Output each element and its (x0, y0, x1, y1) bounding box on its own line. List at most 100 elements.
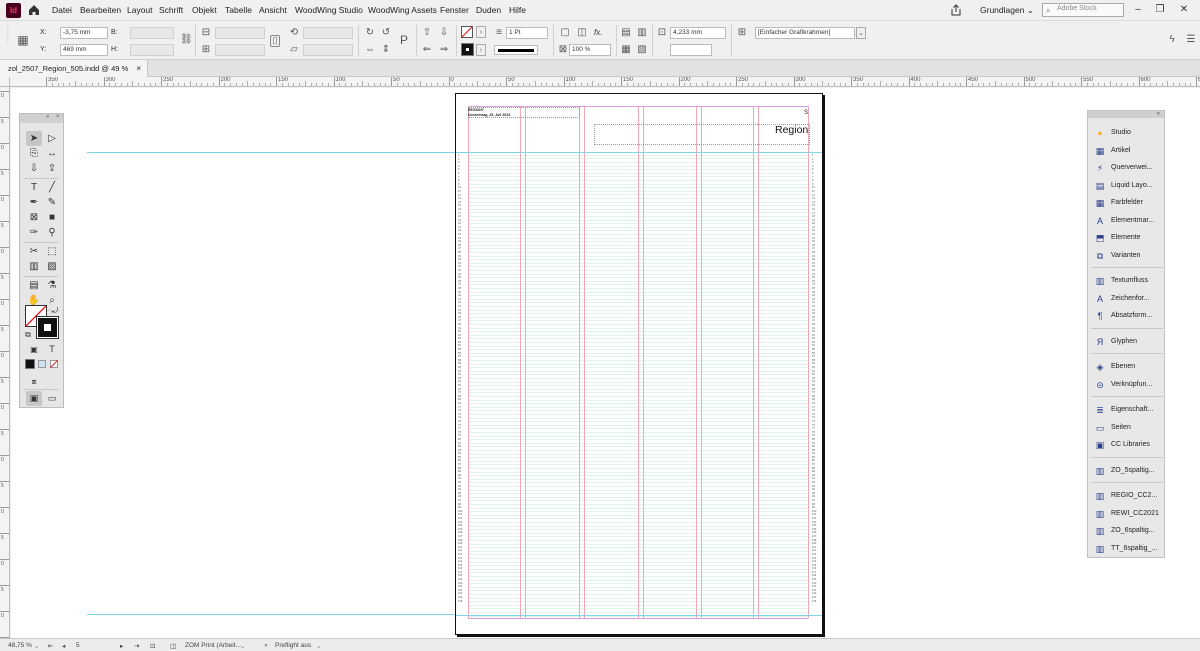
fill-none-swatch-icon[interactable] (461, 26, 473, 38)
panel-item-textumfluss[interactable]: ▥ Textumfluss (1094, 274, 1162, 289)
document-page[interactable]: REGION7 Donnerstag, 25. Juli 2024 S Regi… (455, 93, 823, 635)
panel-item-artikel[interactable]: ▦ Artikel (1094, 144, 1162, 159)
panel-item-rewi-cc2021[interactable]: ▥ REWI_CC2021 (1094, 507, 1162, 522)
preflight-label[interactable]: Preflight aus (275, 642, 311, 649)
ruler-guide[interactable] (87, 152, 457, 153)
menu-hilfe[interactable]: Hilfe (509, 5, 526, 15)
panel-item-studio[interactable]: ● Studio (1094, 126, 1162, 141)
align-top-icon[interactable]: ▤ (620, 27, 632, 39)
align-center-icon[interactable]: ▥ (636, 27, 648, 39)
collapse-icon[interactable]: » (1157, 111, 1160, 117)
select-container-icon[interactable]: ⇧ (421, 27, 433, 39)
content-placer-icon[interactable]: ⇪ (44, 161, 60, 176)
menu-objekt[interactable]: Objekt (192, 5, 217, 15)
formatting-text-icon[interactable]: T (44, 342, 60, 357)
type-tool-icon[interactable]: T (26, 180, 42, 195)
panel-item-seiten[interactable]: ▭ Seiten (1094, 421, 1162, 436)
rotation-field[interactable] (303, 27, 353, 39)
text-wrap-none-icon[interactable]: ▦ (620, 44, 632, 56)
chevron-down-icon[interactable]: ⌄ (240, 642, 245, 650)
panel-dock-header[interactable]: » (1088, 111, 1164, 118)
chevron-down-icon[interactable]: ⌄ (856, 27, 866, 39)
rotate-cw-icon[interactable]: ↻ (364, 27, 376, 39)
panel-item-cc-libraries[interactable]: ▣ CC Libraries (1094, 438, 1162, 453)
scale-y-field[interactable] (215, 44, 265, 56)
last-page-icon[interactable]: ⇥ (134, 642, 139, 650)
stroke-type-select[interactable] (494, 45, 538, 55)
panel-item-absatzform[interactable]: ¶ Absatzform... (1094, 309, 1162, 324)
panel-menu-icon[interactable]: ☰ (1185, 34, 1197, 46)
tools-panel-header[interactable]: « × (20, 114, 63, 123)
flip-v-icon[interactable]: ⇕ (380, 44, 392, 56)
fill-menu-button[interactable]: › (476, 26, 486, 38)
close-icon[interactable]: × (56, 114, 60, 120)
convert-direction-icon[interactable]: ⚲ (44, 225, 60, 240)
gradient-feather-tool-icon[interactable]: ▨ (44, 259, 60, 274)
panel-item-liquid-layo[interactable]: ▤ Liquid Layo... (1094, 179, 1162, 194)
panel-item-varianten[interactable]: ⧉ Varianten (1094, 249, 1162, 264)
rotate-ccw-icon[interactable]: ↺ (380, 27, 392, 39)
panel-item-verkn-pfun[interactable]: ⊝ Verknüpfun... (1094, 378, 1162, 393)
zoom-level[interactable]: 48,75 % (8, 642, 32, 649)
stroke-swatch-icon[interactable] (461, 43, 474, 56)
panel-item-farbfelder[interactable]: ▦ Farbfelder (1094, 196, 1162, 211)
shear-icon[interactable]: ▱ (288, 44, 300, 56)
p-icon[interactable]: P (398, 34, 410, 46)
adobe-stock-search-input[interactable]: ⌕ Adobe Stock (1042, 3, 1124, 17)
select-content-icon[interactable]: ⇩ (438, 27, 450, 39)
swap-colors-icon[interactable]: ⤾ (50, 303, 60, 318)
effects-icon[interactable]: ◫ (576, 27, 588, 39)
panel-item-elemente[interactable]: ⬒ Elemente (1094, 231, 1162, 246)
menu-duden[interactable]: Duden (476, 5, 501, 15)
width-field[interactable] (130, 27, 174, 39)
object-style-select[interactable]: [Einfacher Grafikrahmen] (755, 27, 855, 39)
rectangle-frame-tool-icon[interactable]: ⊠ (26, 210, 42, 225)
first-page-icon[interactable]: ⇤ (48, 642, 53, 650)
normal-view-icon[interactable]: ▣ (26, 391, 42, 406)
direct-selection-tool-icon[interactable]: ▷ (44, 131, 60, 146)
rectangle-tool-icon[interactable]: ■ (44, 210, 60, 225)
ruler-origin[interactable] (0, 77, 10, 87)
y-field[interactable]: 469 mm (60, 44, 108, 56)
note-tool-icon[interactable]: ▤ (26, 278, 42, 293)
free-transform-tool-icon[interactable]: ⬚ (44, 244, 60, 259)
panel-item-tt-6spaltig[interactable]: ▥ TT_6spaltig_... (1094, 542, 1162, 557)
formatting-container-icon[interactable]: ▣ (26, 342, 42, 357)
panel-item-glyphen[interactable]: Я Glyphen (1094, 335, 1162, 350)
drop-shadow-icon[interactable]: ▢ (559, 27, 571, 39)
constrain-proportions-icon[interactable]: ⛓ (180, 34, 193, 46)
panel-item-ebenen[interactable]: ◈ Ebenen (1094, 360, 1162, 375)
panel-item-zeichenfor[interactable]: A Zeichenfor... (1094, 292, 1162, 307)
reference-point-icon[interactable]: ▦ (17, 34, 29, 46)
stroke-menu-button[interactable]: › (476, 44, 486, 56)
home-icon[interactable] (27, 3, 41, 17)
content-collector-icon[interactable]: ⇩ (26, 161, 42, 176)
workspace-switcher[interactable]: Grundlagen ⌄ (980, 5, 1034, 16)
pencil-tool-icon[interactable]: ✎ (44, 195, 60, 210)
pasteboard[interactable]: REGION7 Donnerstag, 25. Juli 2024 S Regi… (11, 88, 1200, 638)
menu-tabelle[interactable]: Tabelle (225, 5, 252, 15)
stroke-weight-field[interactable]: 1 Pt (506, 27, 548, 39)
share-icon[interactable] (950, 4, 962, 16)
fx-button[interactable]: fx. (594, 28, 602, 37)
prev-page-icon[interactable]: ◂ (62, 642, 65, 650)
minimize-button[interactable]: – (1130, 3, 1146, 17)
chevron-down-icon[interactable]: ⌄ (316, 642, 321, 650)
scale-x-field[interactable] (215, 27, 265, 39)
link-scale-icon[interactable]: ⌷ (270, 35, 280, 47)
flip-h-icon[interactable]: ⇔ (364, 44, 376, 56)
scale-x-icon[interactable]: ⊟ (200, 27, 212, 39)
select-next-icon[interactable]: ⇒ (438, 44, 450, 56)
line-tool-icon[interactable]: ╱ (44, 180, 60, 195)
menu-schrift[interactable]: Schrift (159, 5, 183, 15)
close-window-button[interactable]: ✕ (1176, 3, 1192, 17)
pen-tool-icon[interactable]: ✒ (26, 195, 42, 210)
scissors-tool-icon[interactable]: ✂ (26, 244, 42, 259)
restore-button[interactable]: ❐ (1152, 3, 1168, 17)
zoom-chevron-down-icon[interactable]: ⌄ (34, 642, 39, 650)
profile-label[interactable]: ZOM Print (Arbeit... (185, 642, 241, 649)
panel-item-zo-5spaltig[interactable]: ▥ ZO_5spaltig... (1094, 464, 1162, 479)
selection-tool-icon[interactable]: ➤ (26, 131, 42, 146)
menu-fenster[interactable]: Fenster (440, 5, 469, 15)
eyedropper-tool-icon[interactable]: ⚗ (44, 278, 60, 293)
